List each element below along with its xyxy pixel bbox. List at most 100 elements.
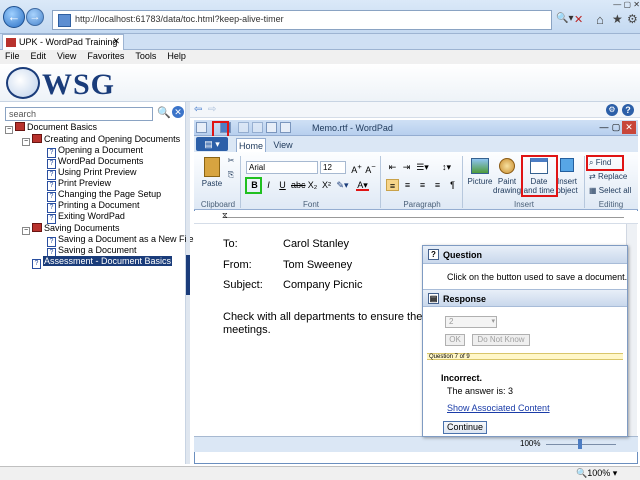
toc-item[interactable]: ? Using Print Preview — [47, 167, 137, 180]
indent-marker-icon[interactable]: ⧖ — [222, 211, 228, 221]
home-icon[interactable]: ⌂ — [596, 12, 604, 27]
cut-icon[interactable]: ✂ — [226, 156, 236, 165]
align-left-icon[interactable]: ≡ — [386, 179, 399, 191]
search-icon[interactable]: 🔍 — [157, 106, 171, 120]
browser-zoom[interactable]: 🔍100% ▾ — [576, 468, 617, 479]
file-menu-button[interactable]: ▤ ▾ — [196, 137, 228, 151]
address-bar[interactable]: http://localhost:61783/data/toc.html?kee… — [52, 10, 552, 30]
toc-item[interactable]: ? Changing the Page Setup — [47, 189, 161, 202]
clear-search-icon[interactable]: ✕ — [172, 106, 184, 118]
increase-indent-icon[interactable]: ⇥ — [400, 161, 413, 173]
italic-icon[interactable]: I — [262, 179, 275, 191]
ok-button[interactable]: OK — [445, 334, 465, 346]
replace-icon: ⇄ — [589, 172, 596, 181]
help-icon[interactable]: ? — [622, 104, 634, 116]
tab-home[interactable]: Home — [236, 138, 266, 152]
shrink-font-icon[interactable]: A− — [364, 161, 377, 175]
question-header-label: Question — [443, 250, 483, 260]
collapse-toggle-icon[interactable]: − — [5, 126, 13, 134]
replace-label: Replace — [597, 172, 628, 181]
paste-button[interactable]: Paste — [200, 157, 224, 195]
ruler[interactable]: ⧖ — [194, 211, 638, 224]
collapse-toggle-icon[interactable]: − — [22, 227, 30, 235]
tab-view[interactable]: View — [270, 138, 296, 152]
picture-button[interactable]: Picture — [465, 158, 495, 186]
toc-item[interactable]: − Creating and Opening Documents — [22, 134, 180, 146]
superscript-icon[interactable]: X² — [320, 179, 333, 191]
font-name-select[interactable]: Arial — [246, 161, 318, 174]
grow-font-icon[interactable]: A+ — [350, 161, 363, 175]
splitter-grip[interactable] — [186, 255, 190, 295]
undo-icon[interactable] — [238, 122, 249, 133]
back-icon[interactable]: ← — [3, 6, 25, 28]
line-spacing-icon[interactable]: ↕▾ — [440, 161, 453, 173]
select-all-icon: ▦ — [589, 186, 597, 195]
toc-item-label: WordPad Documents — [58, 156, 144, 166]
redo-icon[interactable] — [252, 122, 263, 133]
do-not-know-button[interactable]: Do Not Know — [472, 334, 530, 346]
maximize-icon[interactable]: ▢ — [610, 121, 622, 134]
underline-icon[interactable]: U — [276, 179, 289, 191]
decrease-indent-icon[interactable]: ⇤ — [386, 161, 399, 173]
forward-icon[interactable]: → — [26, 8, 44, 26]
replace-button[interactable]: ⇄ Replace — [589, 172, 639, 181]
paint-palette-icon — [499, 158, 515, 174]
paragraph-icon[interactable]: ¶ — [446, 179, 459, 191]
minimize-icon[interactable]: — — [598, 121, 610, 134]
customize-icon[interactable] — [280, 122, 291, 133]
response-select[interactable]: 2 ▾ — [445, 316, 497, 328]
zoom-slider-thumb[interactable] — [578, 439, 582, 449]
close-window-icon[interactable]: ✕ — [622, 121, 636, 134]
book-icon — [32, 223, 42, 232]
toc-item[interactable]: ? WordPad Documents — [47, 156, 144, 169]
font-size-select[interactable]: 12 — [320, 161, 346, 174]
toc-item[interactable]: ? Printing a Document — [47, 200, 140, 213]
group-label-paragraph: Paragraph — [403, 200, 441, 209]
list-icon[interactable]: ☰▾ — [416, 161, 429, 173]
question-progress: Question 7 of 9 — [427, 353, 623, 360]
print-icon[interactable] — [266, 122, 277, 133]
text-color-icon[interactable]: A▾ — [356, 179, 369, 191]
search-dropdown-icon[interactable]: 🔍▾ — [556, 13, 573, 24]
browser-tab-label: UPK - WordPad Training — [19, 37, 118, 47]
menu-file[interactable]: File — [5, 51, 20, 61]
insert-object-button[interactable]: Insert object — [556, 158, 578, 195]
toc-item[interactable]: ? Saving a Document — [47, 245, 137, 258]
align-right-icon[interactable]: ≡ — [416, 179, 429, 191]
browser-tab[interactable]: UPK - WordPad Training ✕ — [2, 34, 124, 50]
menu-help[interactable]: Help — [167, 51, 186, 61]
menu-tools[interactable]: Tools — [135, 51, 156, 61]
settings-gear-icon[interactable]: ⚙ — [627, 12, 638, 26]
tools-icon[interactable]: ⚙ — [606, 104, 618, 116]
toc-item[interactable]: ? Saving a Document as a New File — [47, 234, 194, 247]
window-controls[interactable]: — ▢ ✕ — [574, 0, 640, 9]
close-page-icon[interactable]: ✕ — [574, 13, 583, 26]
menu-bar: File Edit View Favorites Tools Help — [0, 50, 640, 64]
book-icon — [15, 122, 25, 131]
previous-arrow-icon[interactable]: ⇦ — [194, 105, 206, 115]
select-all-button[interactable]: ▦ Select all — [589, 186, 639, 195]
show-associated-content-link[interactable]: Show Associated Content — [447, 403, 550, 413]
paint-drawing-button[interactable]: Paint drawing — [493, 158, 521, 195]
toc-item[interactable]: ? Print Preview — [47, 178, 111, 191]
toc-item[interactable]: − Document Basics — [5, 122, 97, 134]
menu-favorites[interactable]: Favorites — [87, 51, 124, 61]
next-arrow-icon[interactable]: ⇨ — [208, 105, 220, 115]
strikethrough-icon[interactable]: abc — [291, 179, 306, 191]
tab-close-icon[interactable]: ✕ — [112, 36, 120, 47]
search-input[interactable]: search — [5, 107, 153, 121]
toc-item[interactable]: ? Exiting WordPad — [47, 211, 125, 224]
menu-edit[interactable]: Edit — [31, 51, 47, 61]
justify-icon[interactable]: ≡ — [431, 179, 444, 191]
toc-item[interactable]: − Saving Documents — [22, 223, 120, 235]
align-center-icon[interactable]: ≡ — [401, 179, 414, 191]
highlight-color-icon[interactable]: ✎▾ — [336, 179, 349, 191]
menu-view[interactable]: View — [57, 51, 76, 61]
toc-item[interactable]: ? Opening a Document — [47, 145, 143, 158]
toc-item-selected[interactable]: ? Assessment - Document Basics — [32, 256, 173, 269]
continue-button[interactable]: Continue — [443, 421, 487, 434]
copy-icon[interactable]: ⎘ — [226, 170, 236, 179]
collapse-toggle-icon[interactable]: − — [22, 138, 30, 146]
subscript-icon[interactable]: X₂ — [306, 179, 319, 191]
favorites-icon[interactable]: ★ — [612, 12, 623, 26]
